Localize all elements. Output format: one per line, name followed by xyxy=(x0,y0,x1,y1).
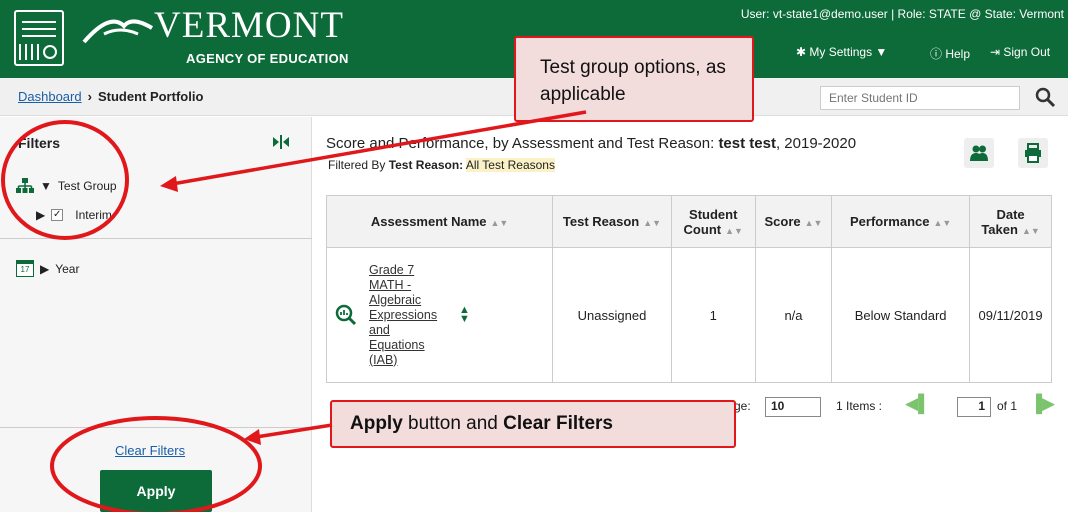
divider xyxy=(0,427,312,428)
my-settings-menu[interactable]: ✱ My Settings ▼ xyxy=(796,45,887,59)
callout-test-group: Test group options, as applicable xyxy=(514,36,754,122)
column-header-performance[interactable]: Performance ▲▼ xyxy=(831,195,971,248)
test-group-label: Test Group xyxy=(57,179,117,193)
settings-gear-icon: ✱ xyxy=(796,45,810,59)
column-header-date-taken[interactable]: Date Taken ▲▼ xyxy=(969,195,1052,248)
table-header-row: Assessment Name ▲▼ Test Reason ▲▼ Student … xyxy=(325,195,1052,248)
assessment-cell: Grade 7 MATH - Algebraic Expressions and… xyxy=(325,247,554,383)
next-page-icon[interactable]: ▐▶ xyxy=(1030,394,1055,414)
printer-icon xyxy=(1025,143,1041,163)
sort-icon: ▲▼ xyxy=(725,225,743,236)
column-header-student-count[interactable]: Student Count ▲▼ xyxy=(670,195,756,248)
page-size-label: ge: xyxy=(734,399,751,413)
assessment-name-link[interactable]: Grade 7 MATH - Algebraic Expressions and… xyxy=(369,263,441,368)
vermont-logo-icon xyxy=(14,10,64,66)
expand-right-icon[interactable]: ▶ xyxy=(36,208,45,222)
page-number-input[interactable]: 1 xyxy=(957,397,991,417)
sort-icon: ▲▼ xyxy=(490,218,509,228)
sort-icon: ▲▼ xyxy=(643,218,662,228)
page-size-input[interactable]: 10 xyxy=(765,397,821,417)
filters-title: Filters xyxy=(18,135,61,151)
test-group-filter[interactable]: ▼ Test Group xyxy=(16,178,117,194)
reorder-icon[interactable]: ▲ ▼ xyxy=(459,305,470,325)
clear-filters-link[interactable]: Clear Filters xyxy=(115,443,185,458)
student-count-cell: 1 xyxy=(670,247,756,383)
breadcrumb: Dashboard › Student Portfolio xyxy=(18,89,203,104)
calendar-icon: 17 xyxy=(16,260,34,277)
sort-icon: ▲▼ xyxy=(1021,225,1040,236)
results-table: Assessment Name ▲▼ Test Reason ▲▼ Student … xyxy=(325,195,1052,383)
year-label: Year xyxy=(55,261,80,276)
help-icon: ⓘ xyxy=(930,47,946,61)
student-name: test test xyxy=(718,135,776,152)
search-icon xyxy=(1035,87,1056,108)
performance-cell: Below Standard xyxy=(831,247,971,383)
report-title: Score and Performance, by Assessment and… xyxy=(326,135,857,152)
score-cell: n/a xyxy=(754,247,833,383)
expand-right-icon: ▶ xyxy=(40,261,50,276)
sign-out-link[interactable]: ⇥ Sign Out xyxy=(990,45,1050,59)
people-icon xyxy=(970,145,988,161)
column-header-score[interactable]: Score ▲▼ xyxy=(754,195,833,248)
breadcrumb-separator: › xyxy=(87,89,92,104)
sort-icon: ▲▼ xyxy=(933,218,952,228)
table-row: Grade 7 MATH - Algebraic Expressions and… xyxy=(325,247,1052,383)
print-button[interactable] xyxy=(1018,138,1048,168)
column-header-test-reason[interactable]: Test Reason ▲▼ xyxy=(552,195,672,248)
sign-out-icon: ⇥ xyxy=(990,45,1004,59)
mountain-logo-icon xyxy=(82,19,154,44)
page-of-total: of 1 xyxy=(997,399,1018,413)
sort-icon: ▲▼ xyxy=(804,218,823,228)
test-reason-cell: Unassigned xyxy=(552,247,672,383)
callout-apply-clear: Apply button and Clear Filters xyxy=(330,400,736,448)
brand-name: VERMONT xyxy=(154,5,344,46)
hierarchy-icon xyxy=(16,178,34,193)
interim-label: Interim xyxy=(75,208,112,222)
help-link[interactable]: ⓘ Help xyxy=(930,45,970,62)
filter-summary: Filtered By Test Reason: All Test Reason… xyxy=(328,158,555,172)
user-info: User: vt-state1@demo.user | Role: STATE … xyxy=(740,7,1064,21)
previous-page-icon[interactable]: ◀▌ xyxy=(905,394,930,414)
items-count: 1 Items : xyxy=(836,399,883,413)
column-header-assessment[interactable]: Assessment Name ▲▼ xyxy=(325,195,554,248)
student-id-input[interactable] xyxy=(820,86,1020,110)
apply-button[interactable]: Apply xyxy=(100,470,212,512)
collapse-sidebar-icon[interactable] xyxy=(272,135,290,152)
breadcrumb-dashboard-link[interactable]: Dashboard xyxy=(18,89,82,104)
interim-checkbox[interactable]: ✓ xyxy=(51,209,64,221)
page-title: Student Portfolio xyxy=(97,89,204,104)
date-taken-cell: 09/11/2019 xyxy=(969,247,1052,383)
year-filter[interactable]: 17 ▶ Year xyxy=(16,260,79,277)
expand-down-icon: ▼ xyxy=(40,179,52,193)
students-button[interactable] xyxy=(964,138,994,168)
assessment-details-icon[interactable] xyxy=(335,304,357,326)
agency-name: AGENCY OF EDUCATION xyxy=(186,51,349,66)
search-button[interactable] xyxy=(1032,84,1060,112)
interim-filter-item[interactable]: ▶ ✓ Interim xyxy=(36,208,112,222)
divider xyxy=(0,238,312,239)
